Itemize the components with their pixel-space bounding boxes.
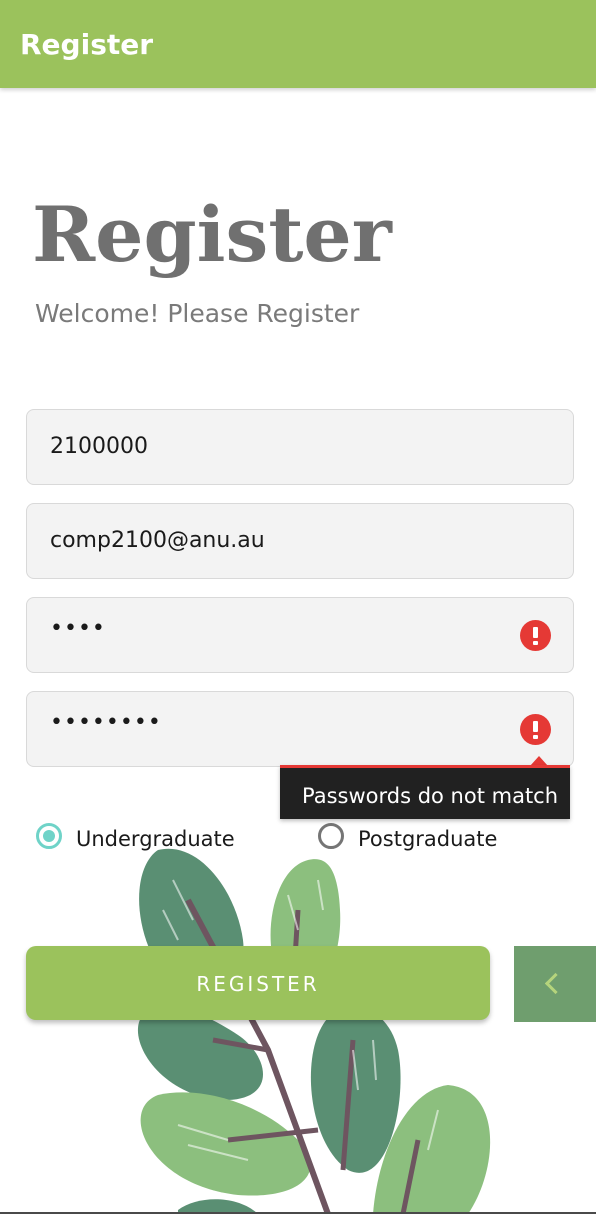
- radio-postgraduate-label: Postgraduate: [358, 827, 498, 851]
- register-button[interactable]: REGISTER: [26, 946, 490, 1020]
- radio-undergraduate[interactable]: Undergraduate: [36, 822, 256, 856]
- error-icon[interactable]: [520, 620, 551, 651]
- uid-field-value: 2100000: [50, 434, 148, 459]
- chevron-left-icon: [544, 972, 567, 995]
- confirm-password-field[interactable]: ••••••••: [26, 691, 574, 767]
- password-field[interactable]: ••••: [26, 597, 574, 673]
- error-tooltip-text: Passwords do not match: [302, 784, 559, 808]
- plant-illustration: [137, 848, 491, 1214]
- error-icon[interactable]: [520, 714, 551, 745]
- radio-unchecked-icon: [318, 823, 344, 849]
- app-bar: Register: [0, 0, 596, 88]
- page-title: Register: [32, 190, 392, 279]
- radio-undergraduate-label: Undergraduate: [76, 827, 235, 851]
- email-field[interactable]: comp2100@anu.au: [26, 503, 574, 579]
- email-field-value: comp2100@anu.au: [50, 528, 265, 553]
- back-button[interactable]: [514, 946, 596, 1022]
- page-subtitle: Welcome! Please Register: [35, 299, 360, 328]
- app-bar-title: Register: [20, 28, 154, 61]
- radio-checked-icon: [36, 823, 62, 849]
- uid-field[interactable]: 2100000: [26, 409, 574, 485]
- radio-postgraduate[interactable]: Postgraduate: [318, 822, 518, 856]
- error-tooltip: Passwords do not match: [280, 765, 570, 819]
- password-field-mask: ••••: [50, 616, 106, 641]
- confirm-password-field-mask: ••••••••: [50, 710, 162, 735]
- register-button-label: REGISTER: [196, 972, 320, 996]
